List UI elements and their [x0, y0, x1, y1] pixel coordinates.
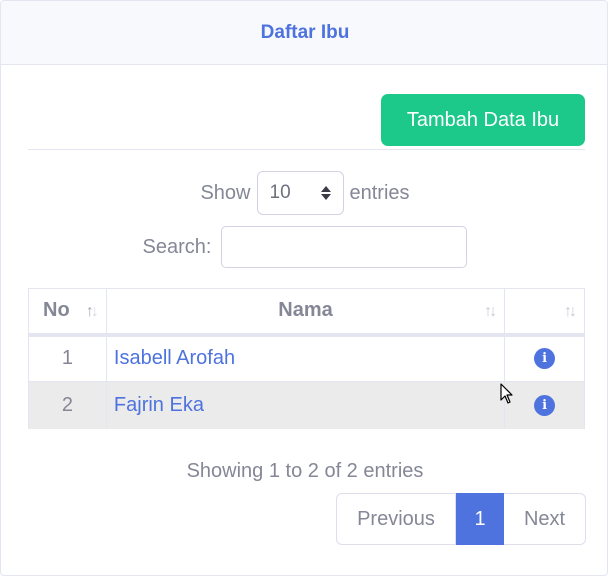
column-header-no-label: No: [43, 299, 70, 322]
add-mother-button[interactable]: Tambah Data Ibu: [381, 94, 585, 146]
row-action-cell: i: [504, 381, 585, 429]
sort-asc-icon: ↑↓: [85, 303, 99, 320]
next-page-button[interactable]: Next: [504, 493, 586, 545]
card-header: Daftar Ibu: [1, 1, 607, 65]
entries-label: entries: [349, 181, 410, 204]
page-title: Daftar Ibu: [260, 21, 350, 43]
row-action-cell: i: [504, 334, 585, 382]
search-input[interactable]: [221, 226, 468, 268]
search-label: Search:: [142, 235, 212, 258]
info-icon[interactable]: i: [534, 348, 556, 370]
sort-icon: ↑↓: [564, 303, 577, 320]
daftar-ibu-card: Daftar Ibu Tambah Data Ibu Show 10 entri…: [0, 0, 608, 576]
row-number: 1: [28, 334, 107, 382]
column-header-nama-label: Nama: [278, 299, 333, 322]
sort-icon: ↑↓: [484, 303, 497, 320]
row-name-link[interactable]: Fajrin Eka: [105, 381, 506, 429]
pagination: Previous 1 Next: [336, 493, 586, 545]
search-control: Search:: [1, 226, 607, 268]
select-arrows-icon: [320, 186, 331, 200]
info-icon[interactable]: i: [534, 394, 556, 416]
previous-page-button[interactable]: Previous: [336, 493, 456, 545]
mothers-table: No ↑↓ Nama ↑↓ ↑↓ 1 Isabell Arofah i 2 Fa…: [28, 288, 585, 429]
mouse-cursor-icon: [500, 383, 513, 404]
table-header-row: No ↑↓ Nama ↑↓ ↑↓: [28, 288, 585, 337]
entries-select[interactable]: 10: [256, 171, 344, 215]
page-1-button[interactable]: 1: [456, 493, 504, 545]
row-number: 2: [28, 381, 107, 429]
table-row: 1 Isabell Arofah i: [28, 334, 585, 382]
show-label: Show: [200, 181, 251, 204]
row-name-link[interactable]: Isabell Arofah: [105, 334, 506, 382]
column-header-no[interactable]: No ↑↓: [28, 288, 107, 337]
table-info: Showing 1 to 2 of 2 entries: [186, 460, 424, 482]
entries-length-control: Show 10 entries: [1, 171, 607, 215]
column-header-nama[interactable]: Nama ↑↓: [105, 288, 506, 337]
column-header-action[interactable]: ↑↓: [504, 288, 585, 337]
entries-select-value: 10: [269, 182, 291, 203]
divider: [28, 149, 585, 150]
